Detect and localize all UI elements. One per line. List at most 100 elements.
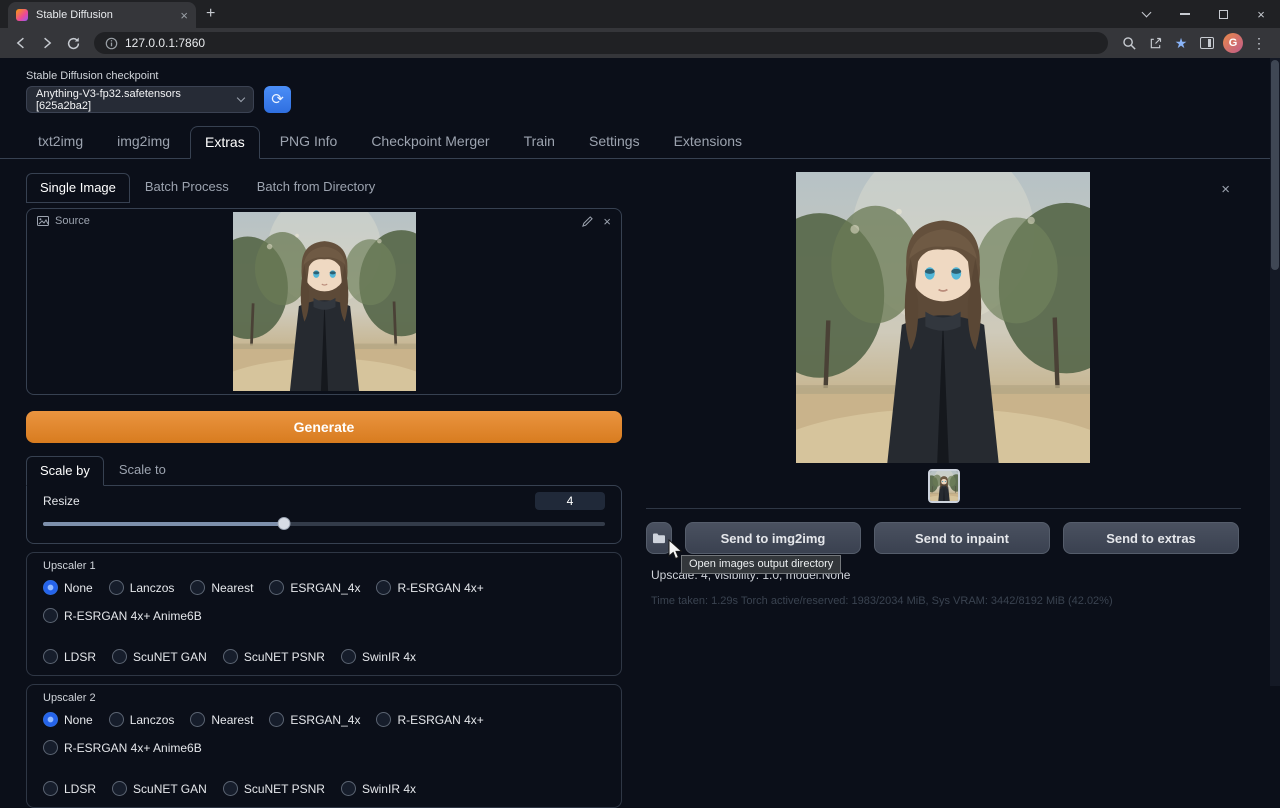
resize-panel: Resize 4 bbox=[26, 485, 622, 544]
upscaler2-option-scunet-gan[interactable]: ScuNET GAN bbox=[112, 781, 207, 796]
bookmark-star-icon[interactable]: ★ bbox=[1168, 30, 1194, 56]
upscaler2-option-swinir-4x[interactable]: SwinIR 4x bbox=[341, 781, 416, 796]
send-to-img2img-button[interactable]: Send to img2img bbox=[685, 522, 861, 554]
mouse-cursor bbox=[668, 539, 683, 560]
forward-button[interactable] bbox=[34, 30, 60, 56]
result-close-icon[interactable]: × bbox=[1221, 181, 1230, 198]
upscaler2-option-nearest[interactable]: Nearest bbox=[190, 712, 253, 727]
maximize-button[interactable] bbox=[1204, 0, 1242, 28]
checkpoint-value: Anything-V3-fp32.safetensors [625a2ba2] bbox=[36, 88, 238, 112]
send-buttons: Send to img2img Send to inpaint Send to ex… bbox=[646, 522, 1239, 554]
chevron-down-icon bbox=[237, 94, 245, 102]
source-label: Source bbox=[55, 215, 90, 227]
send-to-inpaint-button[interactable]: Send to inpaint bbox=[874, 522, 1050, 554]
source-close-icon[interactable]: × bbox=[603, 214, 611, 229]
upscaler2-option-esrgan-4x[interactable]: ESRGAN_4x bbox=[269, 712, 360, 727]
upscaler2-option-scunet-psnr[interactable]: ScuNET PSNR bbox=[223, 781, 325, 796]
tab-train[interactable]: Train bbox=[510, 126, 569, 158]
radio-label: Nearest bbox=[211, 713, 253, 727]
radio-label: ScuNET GAN bbox=[133, 782, 207, 796]
scale-tab-scale-to[interactable]: Scale to bbox=[106, 456, 179, 485]
tab-favicon-icon bbox=[16, 9, 28, 21]
upscaler1-option-nearest[interactable]: Nearest bbox=[190, 580, 253, 595]
tab-txt2img[interactable]: txt2img bbox=[24, 126, 97, 158]
tab-search-chevron-icon[interactable] bbox=[1142, 8, 1152, 18]
share-icon[interactable] bbox=[1142, 30, 1168, 56]
send-to-extras-button[interactable]: Send to extras bbox=[1063, 522, 1239, 554]
checkpoint-dropdown[interactable]: Anything-V3-fp32.safetensors [625a2ba2] bbox=[26, 86, 254, 113]
upscaler2-option-ldsr[interactable]: LDSR bbox=[43, 781, 96, 796]
url-text[interactable]: 127.0.0.1:7860 bbox=[125, 36, 205, 50]
radio-dot-icon bbox=[341, 781, 356, 796]
tab-settings[interactable]: Settings bbox=[575, 126, 654, 158]
upscaler2-option-none[interactable]: None bbox=[43, 712, 93, 727]
browser-chrome: Stable Diffusion × + × 127.0.0.1:7860 bbox=[0, 0, 1280, 58]
upscaler1-option-none[interactable]: None bbox=[43, 580, 93, 595]
resize-value-input[interactable]: 4 bbox=[535, 492, 605, 510]
result-image[interactable] bbox=[796, 172, 1090, 463]
tab-close-icon[interactable]: × bbox=[180, 9, 188, 22]
tab-strip: Stable Diffusion × + × bbox=[0, 0, 1280, 28]
avatar[interactable]: G bbox=[1220, 30, 1246, 56]
radio-dot-icon bbox=[269, 580, 284, 595]
radio-dot-icon bbox=[223, 781, 238, 796]
source-image[interactable] bbox=[233, 212, 416, 391]
generate-button[interactable]: Generate bbox=[26, 411, 622, 443]
radio-dot-icon bbox=[43, 712, 58, 727]
radio-dot-icon bbox=[190, 580, 205, 595]
browser-tab[interactable]: Stable Diffusion × bbox=[8, 2, 196, 28]
browser-menu-button[interactable]: ⋮ bbox=[1246, 30, 1272, 56]
radio-dot-icon bbox=[43, 580, 58, 595]
radio-dot-icon bbox=[376, 712, 391, 727]
upscaler2-group: Upscaler 2 NoneLanczosNearestESRGAN_4xR-… bbox=[26, 684, 622, 808]
edit-pencil-icon[interactable] bbox=[582, 216, 593, 227]
subtab-single-image[interactable]: Single Image bbox=[26, 173, 130, 203]
subtab-batch-process[interactable]: Batch Process bbox=[132, 173, 242, 203]
radio-dot-icon bbox=[43, 649, 58, 664]
upscaler1-option-esrgan-4x[interactable]: ESRGAN_4x bbox=[269, 580, 360, 595]
tab-checkpoint-merger[interactable]: Checkpoint Merger bbox=[357, 126, 503, 158]
radio-dot-icon bbox=[43, 740, 58, 755]
upscaler1-option-r-esrgan-4x-anime6b[interactable]: R-ESRGAN 4x+ Anime6B bbox=[43, 608, 202, 623]
reload-button[interactable] bbox=[60, 30, 86, 56]
subtab-batch-from-directory[interactable]: Batch from Directory bbox=[244, 173, 388, 203]
radio-label: R-ESRGAN 4x+ bbox=[397, 713, 483, 727]
upscaler1-option-scunet-gan[interactable]: ScuNET GAN bbox=[112, 649, 207, 664]
extras-result-panel: × Send to img2imgSend to inpaintSend to … bbox=[646, 167, 1254, 637]
omnibox[interactable]: 127.0.0.1:7860 bbox=[94, 32, 1108, 54]
tab-img2img[interactable]: img2img bbox=[103, 126, 184, 158]
radio-dot-icon bbox=[109, 580, 124, 595]
new-tab-button[interactable]: + bbox=[206, 5, 215, 23]
radio-dot-icon bbox=[109, 712, 124, 727]
back-button[interactable] bbox=[8, 30, 34, 56]
upscaler1-option-ldsr[interactable]: LDSR bbox=[43, 649, 96, 664]
upscaler1-option-lanczos[interactable]: Lanczos bbox=[109, 580, 175, 595]
scale-tabs: Scale byScale to bbox=[26, 456, 622, 485]
refresh-checkpoint-button[interactable]: ⟳ bbox=[264, 86, 291, 113]
tab-png-info[interactable]: PNG Info bbox=[266, 126, 352, 158]
tab-extensions[interactable]: Extensions bbox=[660, 126, 756, 158]
tab-extras[interactable]: Extras bbox=[190, 126, 260, 159]
radio-dot-icon bbox=[376, 580, 391, 595]
upscaler2-options: None Lanczos Nearest ESRGAN_4x R-ESRGAN 4x+ R… bbox=[43, 712, 605, 796]
minimize-button[interactable] bbox=[1166, 0, 1204, 28]
close-window-button[interactable]: × bbox=[1242, 0, 1280, 28]
result-thumbnail[interactable] bbox=[928, 469, 960, 503]
upscaler2-option-r-esrgan-4x-anime6b[interactable]: R-ESRGAN 4x+ Anime6B bbox=[43, 740, 202, 755]
resize-slider-handle[interactable] bbox=[278, 517, 291, 530]
scrollbar-thumb[interactable] bbox=[1271, 60, 1279, 270]
radio-label: SwinIR 4x bbox=[362, 782, 416, 796]
page-scrollbar[interactable] bbox=[1270, 58, 1280, 686]
upscaler1-option-scunet-psnr[interactable]: ScuNET PSNR bbox=[223, 649, 325, 664]
upscaler1-option-swinir-4x[interactable]: SwinIR 4x bbox=[341, 649, 416, 664]
source-dropzone[interactable]: Source × bbox=[26, 208, 622, 395]
resize-slider[interactable] bbox=[43, 517, 605, 531]
zoom-icon[interactable] bbox=[1116, 30, 1142, 56]
upscaler2-option-lanczos[interactable]: Lanczos bbox=[109, 712, 175, 727]
tab-title: Stable Diffusion bbox=[36, 9, 172, 21]
upscaler2-option-r-esrgan-4x[interactable]: R-ESRGAN 4x+ bbox=[376, 712, 483, 727]
scale-tab-scale-by[interactable]: Scale by bbox=[26, 456, 104, 486]
side-panel-icon[interactable] bbox=[1194, 30, 1220, 56]
upscaler1-option-r-esrgan-4x[interactable]: R-ESRGAN 4x+ bbox=[376, 580, 483, 595]
site-info-icon[interactable] bbox=[105, 37, 118, 50]
